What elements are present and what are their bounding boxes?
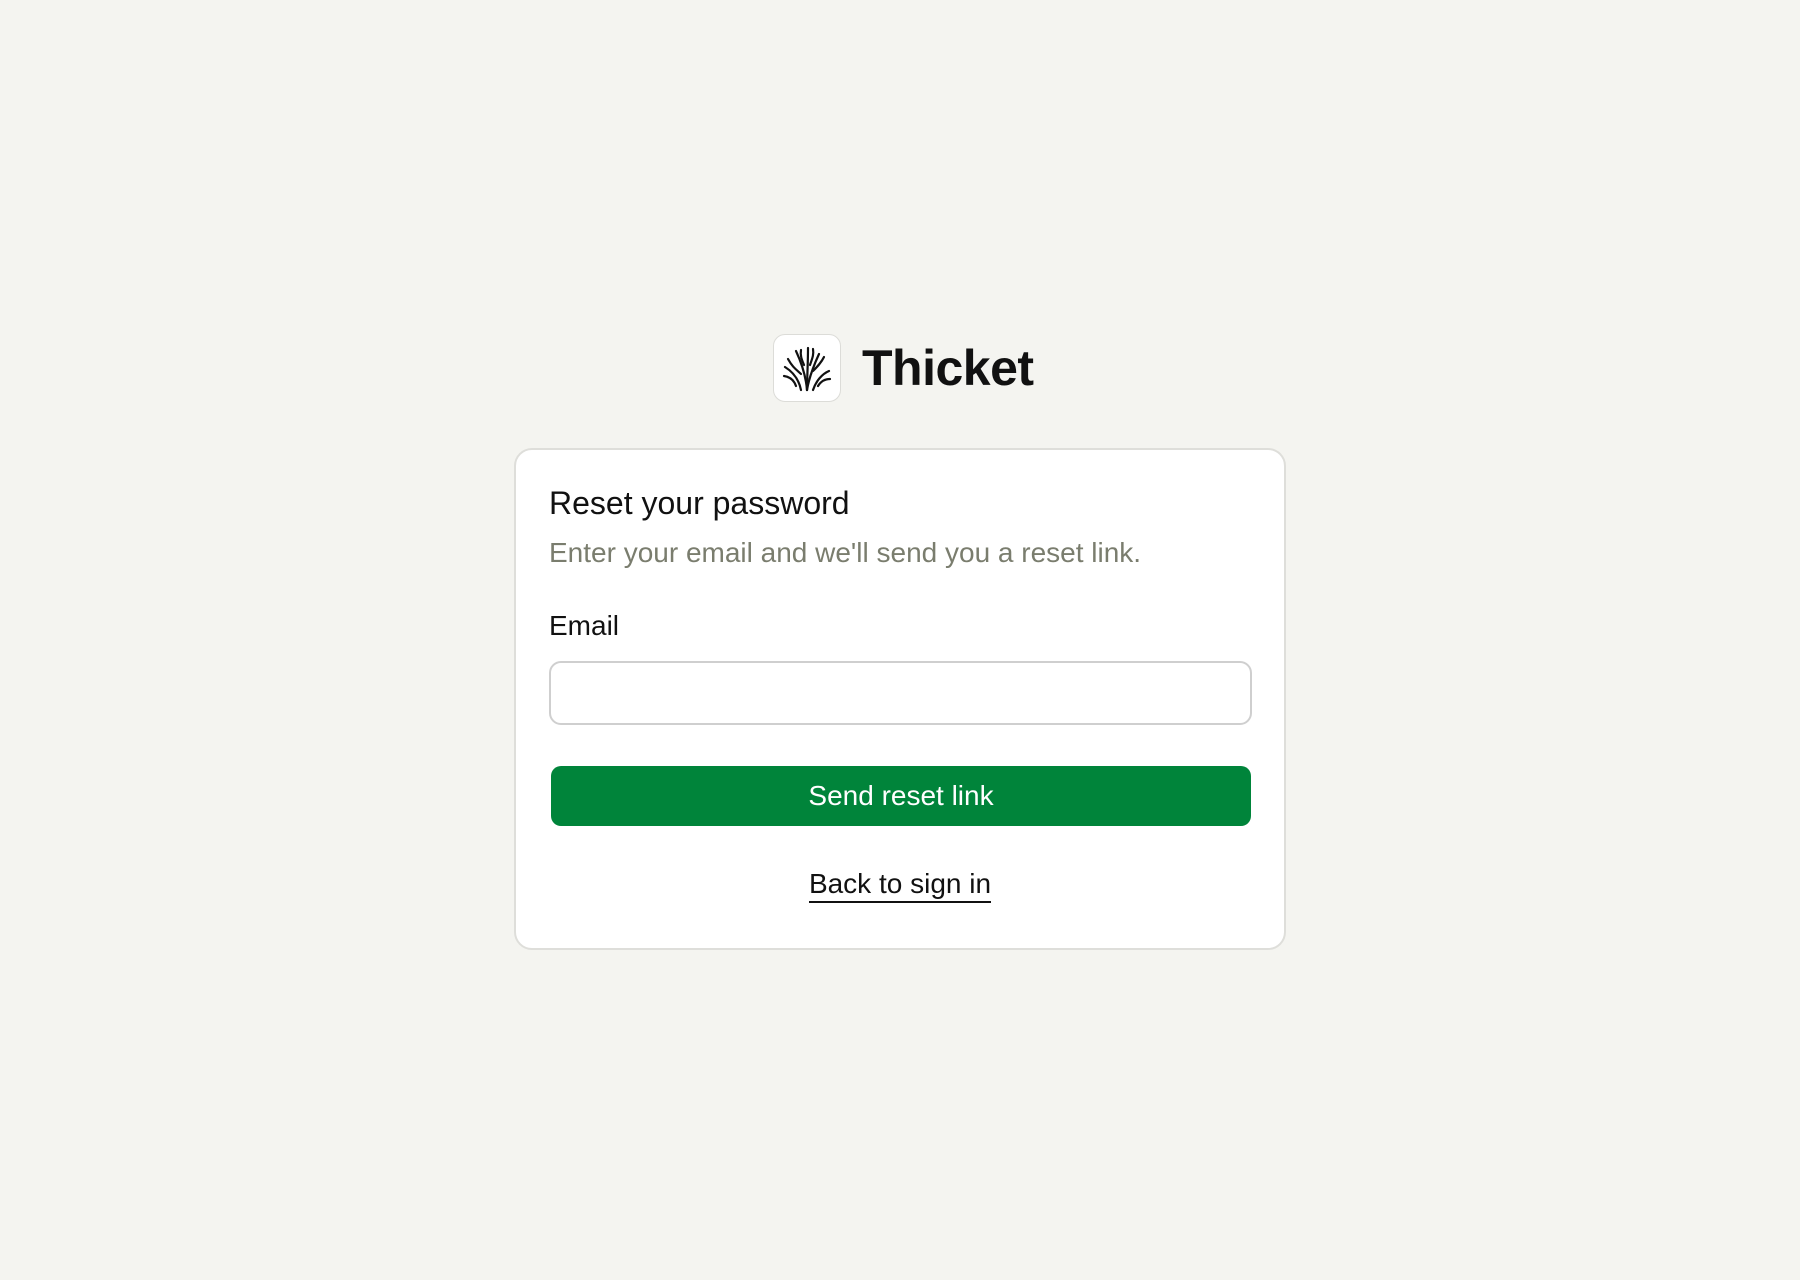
email-input[interactable] [549, 661, 1252, 725]
send-reset-link-button[interactable]: Send reset link [551, 766, 1251, 826]
email-label: Email [549, 610, 620, 641]
brand-header: Thicket [773, 333, 1034, 403]
form-subtitle: Enter your email and we'll send you a re… [549, 537, 1142, 568]
reset-password-page: Thicket Reset your password Enter your e… [0, 0, 1800, 1280]
reset-password-card: Reset your password Enter your email and… [514, 448, 1286, 950]
back-to-sign-in-link[interactable]: Back to sign in [808, 868, 992, 903]
form-title: Reset your password [549, 485, 850, 521]
thicket-logo-icon [773, 334, 841, 402]
back-link-container: Back to sign in [516, 868, 1284, 903]
brand-name: Thicket [862, 340, 1034, 396]
